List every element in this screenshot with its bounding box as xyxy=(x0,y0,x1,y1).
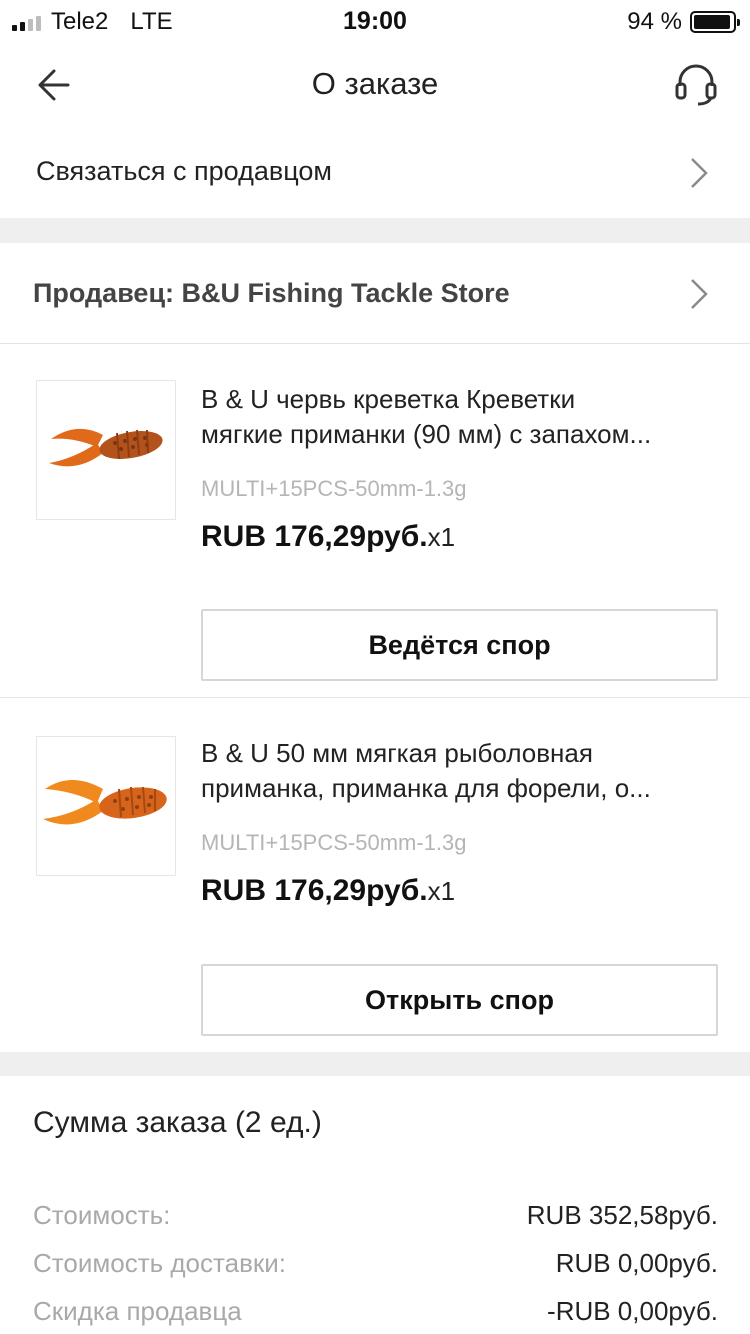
product-sku: MULTI+15PCS-50mm-1.3g xyxy=(201,830,467,855)
battery-fill xyxy=(694,15,730,29)
summary-label: Стоимость доставки: xyxy=(33,1248,287,1278)
nav-header: О заказе xyxy=(0,42,750,128)
product-sku: MULTI+15PCS-50mm-1.3g xyxy=(201,476,467,501)
open-dispute-button[interactable]: Открыть спор xyxy=(201,964,718,1036)
contact-seller-label: Связаться с продавцом xyxy=(36,156,332,186)
product-title[interactable]: B & U 50 мм мягкая рыболовная приманка, … xyxy=(201,736,721,806)
summary-value: RUB 0,00руб. xyxy=(555,1248,718,1278)
summary-value: RUB 352,58руб. xyxy=(526,1200,718,1230)
section-divider xyxy=(0,1052,750,1076)
lure-image-icon xyxy=(43,780,167,825)
lure-image-icon xyxy=(49,428,163,467)
headset-icon xyxy=(675,64,717,106)
product-title-line: B & U 50 мм мягкая рыболовная xyxy=(201,738,593,768)
product-price: RUB 176,29руб. xyxy=(201,520,428,553)
order-item: B & U червь креветка Креветки мягкие при… xyxy=(0,344,750,698)
support-button[interactable] xyxy=(672,60,720,108)
product-title-line: приманка, приманка для форели, о... xyxy=(201,773,651,803)
summary-title: Сумма заказа (2 ед.) xyxy=(33,1106,322,1139)
order-item: B & U 50 мм мягкая рыболовная приманка, … xyxy=(0,698,750,1052)
product-image[interactable] xyxy=(36,736,176,876)
dispute-in-progress-button[interactable]: Ведётся спор xyxy=(201,609,718,681)
summary-row: Стоимость: RUB 352,58руб. xyxy=(33,1200,718,1231)
product-quantity: x1 xyxy=(427,522,456,552)
battery-percent: 94 % xyxy=(627,8,682,35)
product-title-line: мягкие приманки (90 мм) с запахом... xyxy=(201,419,652,449)
chevron-right-icon xyxy=(691,279,708,309)
chevron-right-icon xyxy=(691,158,708,188)
summary-row: Стоимость доставки: RUB 0,00руб. xyxy=(33,1248,718,1279)
seller-row[interactable]: Продавец: B&U Fishing Tackle Store xyxy=(0,243,750,343)
product-price-line: RUB 176,29руб.x1 xyxy=(201,874,455,908)
product-price-line: RUB 176,29руб.x1 xyxy=(201,520,455,554)
status-right: 94 % xyxy=(627,8,740,36)
summary-value: -RUB 0,00руб. xyxy=(547,1296,718,1326)
seller-label: Продавец: B&U Fishing Tackle Store xyxy=(33,278,510,308)
status-bar: Tele2 LTE 19:00 94 % xyxy=(0,0,750,42)
summary-label: Скидка продавца xyxy=(33,1296,242,1326)
page-title: О заказе xyxy=(311,66,439,101)
contact-seller-row[interactable]: Связаться с продавцом xyxy=(0,128,750,218)
product-title-line: B & U червь креветка Креветки xyxy=(201,384,576,414)
summary-row: Скидка продавца -RUB 0,00руб. xyxy=(33,1296,718,1327)
section-divider xyxy=(0,218,750,243)
product-title[interactable]: B & U червь креветка Креветки мягкие при… xyxy=(201,382,721,452)
product-quantity: x1 xyxy=(427,876,456,906)
product-price: RUB 176,29руб. xyxy=(201,874,428,907)
battery-icon xyxy=(690,11,740,33)
battery-tip xyxy=(737,19,740,26)
summary-label: Стоимость: xyxy=(33,1200,171,1230)
product-image[interactable] xyxy=(36,380,176,520)
